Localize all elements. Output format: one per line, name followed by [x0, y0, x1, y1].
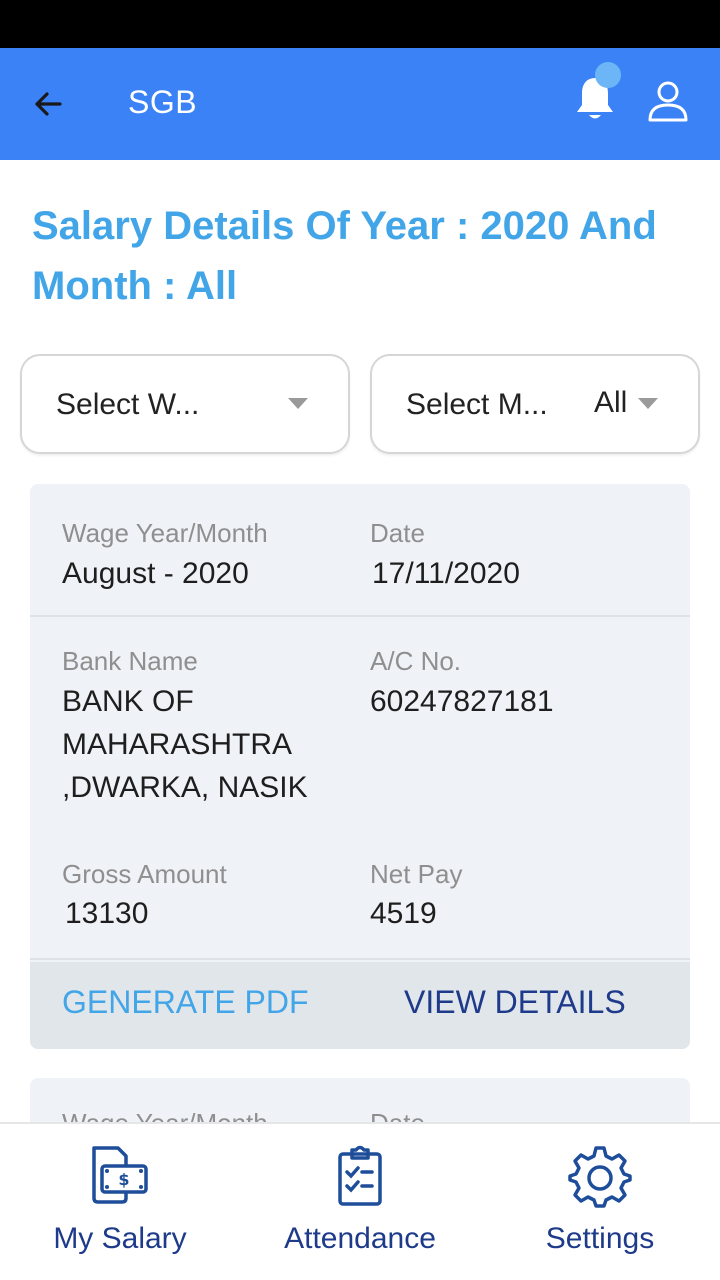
- card-actions: GENERATE PDF VIEW DETAILS: [30, 962, 690, 1049]
- nav-attendance[interactable]: Attendance: [240, 1124, 480, 1280]
- ac-no-value: 60247827181: [370, 685, 554, 718]
- gross-amount-label: Gross Amount: [62, 859, 227, 889]
- nav-label: Settings: [545, 1222, 655, 1255]
- user-icon[interactable]: [644, 78, 692, 126]
- app-title: SGB: [128, 84, 198, 120]
- nav-label: My Salary: [53, 1222, 187, 1255]
- month-select-value: All: [594, 386, 628, 419]
- divider: [30, 958, 690, 960]
- gear-icon: [568, 1146, 632, 1208]
- nav-label: Attendance: [284, 1222, 436, 1255]
- svg-text:$: $: [118, 1170, 129, 1189]
- bottom-nav: $ My Salary Attendance Settings: [0, 1122, 720, 1280]
- nav-my-salary[interactable]: $ My Salary: [0, 1124, 240, 1280]
- bank-name-value: BANK OF MAHARASHTRA ,DWARKA, NASIK: [62, 685, 308, 804]
- ac-no-label: A/C No.: [370, 646, 462, 676]
- clipboard-checklist-icon: [338, 1145, 382, 1206]
- month-select[interactable]: Select M... All: [370, 354, 700, 454]
- wage-year-month-value: August - 2020: [62, 557, 249, 590]
- bank-name-label: Bank Name: [62, 646, 198, 676]
- date-label: Date: [370, 518, 425, 548]
- notification-badge: [595, 62, 621, 88]
- chevron-down-icon: [638, 398, 658, 409]
- salary-card: Wage Year/Month August - 2020 Date 17/11…: [30, 484, 690, 1049]
- generate-pdf-button[interactable]: GENERATE PDF: [62, 984, 309, 1021]
- month-select-label: Select M...: [406, 388, 548, 421]
- view-details-button[interactable]: VIEW DETAILS: [404, 984, 626, 1021]
- wage-year-select-label: Select W...: [56, 388, 200, 421]
- chevron-down-icon: [288, 398, 308, 409]
- divider: [30, 615, 690, 617]
- net-pay-label: Net Pay: [370, 859, 463, 889]
- gross-amount-value: 13130: [65, 897, 149, 930]
- arrow-left-icon[interactable]: [28, 84, 68, 124]
- nav-settings[interactable]: Settings: [480, 1124, 720, 1280]
- net-pay-value: 4519: [370, 897, 437, 930]
- salary-icon: $: [92, 1146, 148, 1204]
- status-bar: [0, 0, 720, 48]
- app-bar: SGB: [0, 48, 720, 160]
- wage-year-select[interactable]: Select W...: [20, 354, 350, 454]
- wage-year-month-label: Wage Year/Month: [62, 518, 268, 548]
- page-title: Salary Details Of Year : 2020 And Month …: [32, 204, 657, 308]
- date-value: 17/11/2020: [372, 557, 520, 590]
